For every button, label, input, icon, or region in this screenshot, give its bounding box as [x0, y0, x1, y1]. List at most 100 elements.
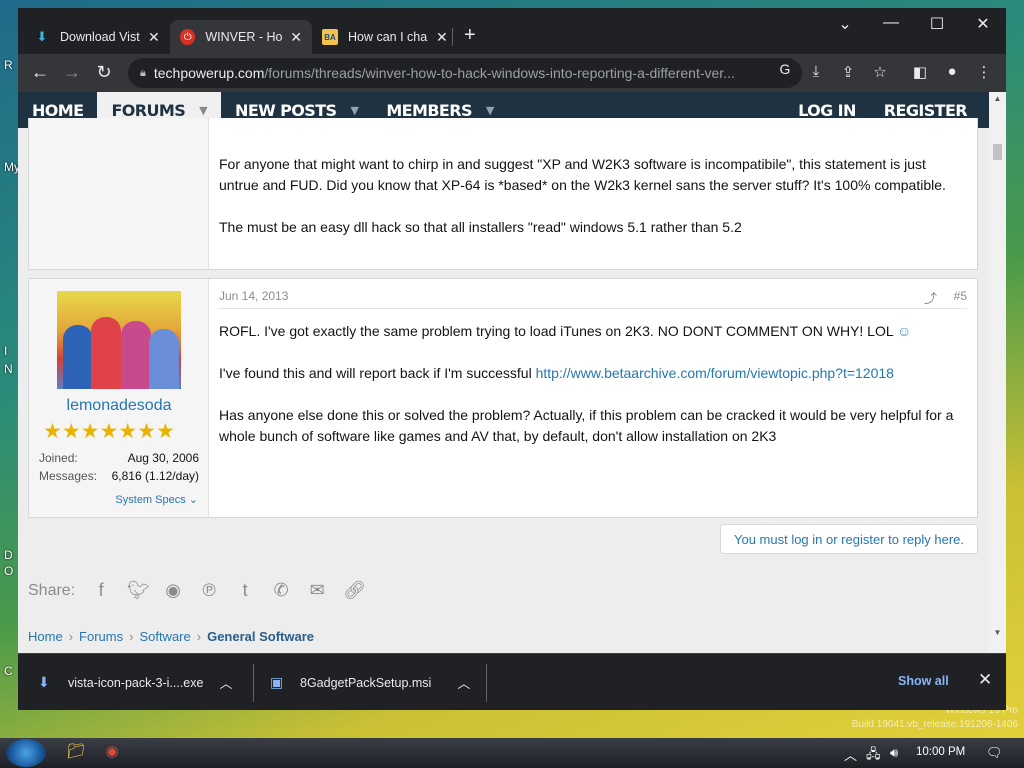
avatar[interactable]: [57, 291, 181, 389]
tab-separator: [452, 28, 453, 46]
login-to-reply-button[interactable]: You must log in or register to reply her…: [720, 524, 978, 554]
post-date[interactable]: Jun 14, 2013: [219, 289, 288, 303]
close-downloads-bar-button[interactable]: ✕: [978, 670, 992, 690]
file-explorer-icon[interactable]: 📁︎: [64, 742, 88, 764]
url-text[interactable]: techpowerup.com/forums/threads/winver-ho…: [154, 65, 774, 81]
share-bar: Share: f 🐦︎ ◉ ℗ t ✆ ✉ 🔗︎: [28, 580, 366, 601]
caret-down-icon[interactable]: ▼: [350, 104, 358, 117]
post-paragraph: For anyone that might want to chirp in a…: [219, 156, 946, 193]
close-icon[interactable]: ✕: [290, 29, 302, 46]
close-icon[interactable]: ✕: [436, 29, 448, 46]
chevron-up-icon[interactable]: ︿: [457, 673, 470, 692]
scroll-up-arrow[interactable]: ▲: [989, 94, 1006, 103]
show-all-downloads-button[interactable]: Show all: [898, 674, 949, 688]
address-bar[interactable]: 🔒︎ techpowerup.com/forums/threads/winver…: [128, 58, 802, 88]
chevron-right-icon: ›: [196, 629, 202, 644]
caret-down-icon[interactable]: ▼: [199, 104, 207, 117]
post-paragraph: The must be an easy dll hack so that all…: [219, 219, 742, 235]
menu-kebab-icon[interactable]: ⋮: [974, 63, 994, 81]
tumblr-icon[interactable]: t: [235, 580, 255, 601]
scroll-thumb[interactable]: [993, 144, 1002, 160]
whatsapp-icon[interactable]: ✆: [271, 580, 291, 601]
tray-chevron-icon[interactable]: ︿: [844, 745, 857, 764]
taskbar: 📁︎ ◉ ︿ 🖧︎ 🔊︎ 10:00 PM 🗨︎: [0, 738, 1024, 768]
reddit-icon[interactable]: ◉: [163, 580, 183, 601]
volume-icon[interactable]: 🔊︎: [890, 745, 898, 761]
breadcrumb-software[interactable]: Software: [139, 629, 190, 644]
clock[interactable]: 10:00 PM: [916, 746, 965, 758]
forward-button[interactable]: →: [60, 62, 84, 83]
email-icon[interactable]: ✉: [307, 580, 327, 601]
download-item[interactable]: ▣ 8GadgetPackSetup.msi ︿: [270, 654, 470, 711]
reload-button[interactable]: ↻: [92, 62, 116, 83]
desktop-text-fragment: C: [4, 664, 13, 678]
ba-icon: BA: [322, 29, 338, 45]
post-user-column: [29, 118, 209, 269]
post-paragraph: I've found this and will report back if …: [219, 365, 894, 381]
facebook-icon[interactable]: f: [91, 580, 111, 601]
forum-post: lemonadesoda ★★★★★★★ Joined: Aug 30, 200…: [28, 278, 978, 518]
page-viewport: HOME FORUMS ▼ NEW POSTS ▼ MEMBERS ▼ LOG IN …: [18, 92, 1006, 653]
install-app-icon[interactable]: ⤓: [806, 63, 826, 80]
chevron-up-icon[interactable]: ︿: [219, 673, 232, 692]
lock-icon: 🔒︎: [140, 66, 146, 79]
download-separator: [486, 664, 487, 702]
post-body: ROFL. I've got exactly the same problem …: [219, 321, 967, 468]
desktop-icons-strip: R My I N O D C: [0, 0, 20, 740]
post-paragraph: ROFL. I've got exactly the same problem …: [219, 323, 912, 339]
tab-how-can-i-change[interactable]: BA How can I cha ✕: [312, 20, 458, 54]
share-icon[interactable]: ⇪: [838, 63, 858, 81]
caret-down-icon[interactable]: ▼: [486, 104, 494, 117]
start-button[interactable]: [6, 739, 46, 767]
post-number[interactable]: #5: [954, 289, 967, 303]
power-icon: ⏻: [180, 29, 196, 45]
chevron-right-icon: ›: [68, 629, 74, 644]
system-specs-toggle[interactable]: System Specs ⌄: [115, 493, 198, 506]
chrome-icon[interactable]: ◉: [100, 742, 124, 764]
link-icon[interactable]: 🔗︎: [343, 580, 366, 601]
breadcrumb-general-software[interactable]: General Software: [207, 629, 314, 644]
page-scrollbar[interactable]: ▲ ▼: [989, 92, 1006, 653]
back-button[interactable]: ←: [28, 62, 52, 83]
username[interactable]: lemonadesoda: [29, 397, 209, 415]
profile-icon[interactable]: ●: [942, 63, 962, 80]
twitter-icon[interactable]: 🐦︎: [127, 580, 150, 601]
breadcrumb-forums[interactable]: Forums: [79, 629, 123, 644]
download-item[interactable]: ⬇ vista-icon-pack-3-i....exe ︿: [38, 654, 232, 711]
forum-post-previous: For anyone that might want to chirp in a…: [28, 118, 978, 270]
notifications-icon[interactable]: 🗨︎: [986, 745, 1003, 761]
breadcrumb-home[interactable]: Home: [28, 629, 63, 644]
download-icon: ⬇: [36, 29, 48, 44]
google-icon[interactable]: G: [776, 61, 794, 79]
rating-stars: ★★★★★★★: [43, 420, 175, 443]
network-icon[interactable]: 🖧︎: [866, 745, 881, 767]
post-paragraph: Has anyone else done this or solved the …: [219, 407, 954, 444]
breadcrumb: Home › Forums › Software › General Software: [28, 629, 314, 644]
post-meta: Jun 14, 2013 ⤴ #5: [219, 289, 967, 309]
desktop-text-fragment: I: [4, 344, 8, 358]
new-tab-button[interactable]: +: [464, 24, 476, 47]
scroll-down-arrow[interactable]: ▼: [989, 628, 1006, 637]
download-separator: [253, 664, 254, 702]
user-joined: Joined: Aug 30, 2006: [39, 451, 199, 465]
side-panel-icon[interactable]: ◧: [910, 63, 930, 81]
minimize-button[interactable]: —: [868, 14, 914, 32]
desktop-text-fragment: R: [4, 58, 13, 72]
browser-toolbar: ← → ↻ 🔒︎ techpowerup.com/forums/threads/…: [18, 54, 1006, 92]
download-file-icon: ⬇: [38, 674, 50, 690]
tab-search-button[interactable]: ⌄: [822, 14, 868, 34]
desktop-text-fragment: O: [4, 564, 14, 578]
window-close-button[interactable]: ✕: [960, 14, 1006, 34]
pinterest-icon[interactable]: ℗: [199, 580, 219, 601]
tab-download-vista[interactable]: ⬇ Download Vist ✕: [24, 20, 170, 54]
bookmark-star-icon[interactable]: ☆: [870, 63, 890, 81]
post-body: For anyone that might want to chirp in a…: [219, 154, 967, 259]
share-icon[interactable]: ⤴: [924, 288, 937, 307]
post-link[interactable]: http://www.betaarchive.com/forum/viewtop…: [536, 365, 894, 381]
desktop-text-fragment: D: [4, 548, 13, 562]
tab-winver[interactable]: ⏻ WINVER - How ✕: [170, 20, 312, 54]
desktop-text-fragment: N: [4, 362, 13, 376]
close-icon[interactable]: ✕: [148, 29, 160, 46]
maximize-button[interactable]: ☐: [914, 14, 960, 34]
tab-strip: ⬇ Download Vist ✕ ⏻ WINVER - How ✕ BA Ho…: [18, 8, 1006, 54]
